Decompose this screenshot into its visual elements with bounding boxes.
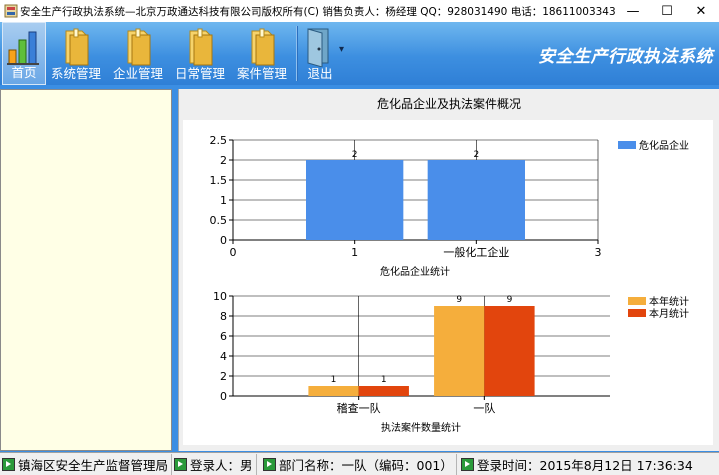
folder-icon [189,28,213,66]
chart2-legend-label-year: 本年统计 [649,295,689,308]
chart1-x-tick-label: 1 [351,246,358,259]
folder-icon [127,28,151,66]
app-icon [4,4,18,18]
chart2-x-axis-title: 执法案件数量统计 [381,421,461,434]
left-navigation-pane[interactable] [0,89,172,451]
status-login-time-text: 登录时间：2015年8月12日 17:36:34 [477,458,693,473]
chart1-legend-label: 危化品企业 [639,139,689,152]
chart2-legend-label-month: 本月统计 [649,307,689,320]
daily-management-button[interactable]: 日常管理 [174,22,226,85]
chart2-data-label: 9 [456,295,462,305]
home-label: 首页 [11,65,37,80]
minimize-icon: — [626,3,640,19]
status-arrow-icon [174,458,187,471]
chart2-x-tick-label: 稽查一队 [337,401,381,415]
exit-button[interactable]: 退出 [302,22,338,85]
status-login-time: 登录时间：2015年8月12日 17:36:34 [459,454,696,475]
status-arrow-icon [2,458,15,471]
chart1-y-tick-label: 2.5 [210,134,228,147]
chart2-x-tick-label: 一队 [473,401,495,415]
system-management-label: 系统管理 [51,66,102,81]
case-management-button[interactable]: 案件管理 [236,22,288,85]
status-dept-text: 部门名称：一队（编码：001） [279,458,453,473]
chart1-y-tick-label: 1 [220,194,227,207]
folder-icon [251,28,275,66]
chart1-legend-swatch [618,141,636,149]
panel-title: 危化品企业及执法案件概况 [376,97,521,111]
chart2-y-tick-label: 10 [213,290,227,303]
chart2-bar-year [434,306,485,396]
enterprise-management-button[interactable]: 企业管理 [112,22,164,85]
maximize-button[interactable]: ☐ [650,0,684,22]
app-window: 安全生产行政执法系统—北京万政通达科技有限公司版权所有(C) 销售负责人：杨经理… [0,0,719,475]
chart2-bar-month [484,306,535,396]
daily-management-label: 日常管理 [174,66,225,81]
chart2-data-label: 1 [331,375,337,385]
status-dept: 部门名称：一队（编码：001） [261,454,457,475]
close-icon: ✕ [695,3,707,19]
maximize-icon: ☐ [661,3,673,19]
chart2-bar-year [308,386,359,396]
chart1-y-tick-label: 0 [220,234,227,247]
main-toolbar: 首页 系统管理 企业管理 日常管理 案件管理 退出 ▾ 安全生产行政执法系统 [0,22,719,85]
chart-area: 0 0.5 1 1.5 2 2.5 0 1 一般化工企业 3 22 危化品企业统计 危化品企业 … [183,120,713,445]
window-title: 安全生产行政执法系统—北京万政通达科技有限公司版权所有(C) 销售负责人：杨经理… [20,6,616,18]
chart1-plot: 0 0.5 1 1.5 2 2.5 0 1 一般化工企业 3 2 2 危化品企业统计 [210,134,602,278]
chart2-plot: 0 2 4 6 8 10 稽查一队 一队 1 1 9 9 执法案件数量统计 [213,290,610,434]
chart2-y-tick-label: 4 [220,350,227,363]
chart2-legend: 本年统计 本月统计 [628,295,689,320]
brand-title: 安全生产行政执法系统 [538,47,713,67]
chart2-y-tick-label: 6 [220,330,227,343]
chart2-legend-swatch-month [628,309,646,317]
chart2-legend-swatch-year [628,297,646,305]
title-bar[interactable]: 安全生产行政执法系统—北京万政通达科技有限公司版权所有(C) 销售负责人：杨经理… [0,0,719,22]
charts-svg: 00.511.522.5 0 1 一般化工企业 3 22 危化品企业统计 危化品企业 … [210,134,690,434]
chart1-bar [306,160,404,240]
chart2-y-tick-label: 8 [220,310,227,323]
chart1-x-tick-label: 一般化工企业 [443,245,509,259]
status-bar: 镇海区安全生产监督管理局 登录人：男 部门名称：一队（编码：001） 登录时间：… [0,452,719,475]
chart1-x-tick-label: 0 [230,246,237,259]
chart2-bar-month [358,386,409,396]
case-management-label: 案件管理 [236,66,287,81]
chart1-data-label: 2 [352,150,358,160]
chart1-legend: 危化品企业 [618,139,689,152]
folder-icon [65,28,89,66]
chart1-y-tick-label: 1.5 [210,174,228,187]
chart1-x-tick-label: 3 [595,246,602,259]
minimize-button[interactable]: — [616,0,650,22]
chart1-data-label: 2 [473,150,479,160]
chart2-data-label: 1 [381,375,387,385]
status-org: 镇海区安全生产监督管理局 [0,454,173,475]
chart2-y-tick-label: 0 [220,390,227,403]
chart1-y-tick-label: 0.5 [210,214,228,227]
chart1-x-axis-title: 危化品企业统计 [380,265,450,278]
chart2-y-tick-label: 2 [220,370,227,383]
chart2-data-label: 9 [507,295,513,305]
chart1-bar [427,160,525,240]
toolbar-separator [296,26,298,81]
status-arrow-icon [461,458,474,471]
toolbar-dropdown-icon[interactable]: ▾ [339,44,344,55]
status-org-text: 镇海区安全生产监督管理局 [18,458,169,473]
system-management-button[interactable]: 系统管理 [51,22,101,85]
chart1-y-tick-label: 2 [220,154,227,167]
enterprise-management-label: 企业管理 [112,66,163,81]
status-user: 登录人：男 [172,454,257,475]
home-button[interactable]: 首页 [2,22,46,85]
exit-door-icon [307,28,329,67]
status-user-text: 登录人：男 [190,458,253,473]
close-button[interactable]: ✕ [684,0,718,22]
exit-label: 退出 [307,66,333,81]
status-arrow-icon [263,458,276,471]
